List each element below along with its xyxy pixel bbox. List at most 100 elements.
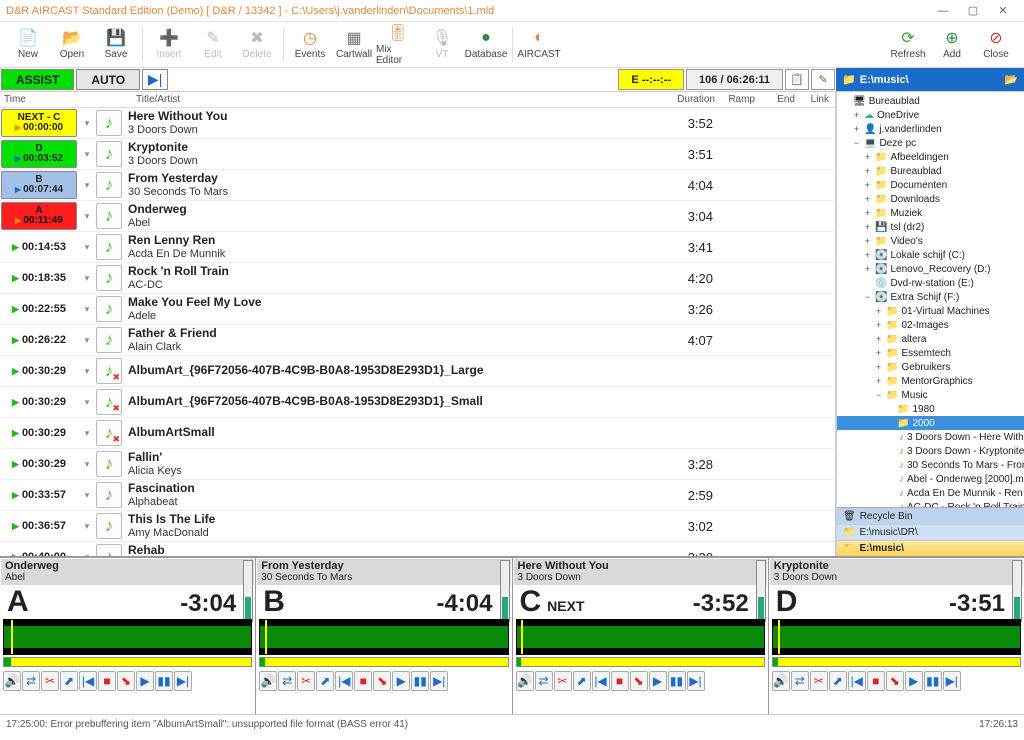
expand-icon[interactable]: ▾ (78, 490, 96, 501)
speaker-icon[interactable]: 🔊 (772, 671, 790, 691)
tree-node[interactable]: 💿Dvd-rw-station (E:) (837, 276, 1024, 290)
expand-toggle[interactable]: + (863, 264, 872, 274)
expand-toggle[interactable]: + (863, 222, 872, 232)
progress-bar[interactable] (3, 657, 252, 667)
aircast-button[interactable]: ◐AIRCAST (517, 24, 561, 66)
play-next-button[interactable]: ▶| (142, 69, 168, 90)
pause-icon[interactable]: ▮▮ (411, 671, 429, 691)
progress-bar[interactable] (772, 657, 1021, 667)
fadeout-icon[interactable]: ⬊ (630, 671, 648, 691)
expand-icon[interactable]: ▾ (78, 118, 96, 129)
tree-node[interactable]: +📁MentorGraphics (837, 374, 1024, 388)
playlist-row[interactable]: ▶00:30:29▾♪Fallin'Alicia Keys3:28 (0, 449, 835, 480)
expand-toggle[interactable]: − (863, 292, 872, 302)
new-button[interactable]: 📄New (6, 24, 50, 66)
fadein-icon[interactable]: ⬈ (573, 671, 591, 691)
expand-icon[interactable]: ▾ (78, 335, 96, 346)
speaker-icon[interactable]: 🔊 (3, 671, 21, 691)
stop-icon[interactable]: ■ (611, 671, 629, 691)
waveform[interactable] (3, 619, 252, 655)
prev-icon[interactable]: |◀ (848, 671, 866, 691)
expand-toggle[interactable]: + (863, 180, 872, 190)
expand-toggle[interactable]: + (874, 334, 883, 344)
play-icon[interactable]: ▶ (392, 671, 410, 691)
playlist-row[interactable]: ▶00:30:29▾♪AlbumArtSmall (0, 418, 835, 449)
expand-icon[interactable]: ▾ (78, 552, 96, 557)
playlist-row[interactable]: A▶00:11:49▾♪OnderwegAbel3:04 (0, 201, 835, 232)
expand-icon[interactable]: ▾ (78, 304, 96, 315)
link-icon[interactable]: ⇄ (791, 671, 809, 691)
tree-node[interactable]: ♪Abel - Onderweg [2000].mp (837, 472, 1024, 486)
expand-toggle[interactable]: + (863, 166, 872, 176)
expand-icon[interactable]: ▾ (78, 149, 96, 160)
file-tree[interactable]: 🖥Bureaublad+☁OneDrive+👤j.vanderlinden−💻D… (837, 92, 1024, 507)
expand-icon[interactable]: ▾ (78, 180, 96, 191)
tree-node[interactable]: ♪Acda En De Munnik - Ren Le (837, 486, 1024, 500)
playlist-row[interactable]: ▶00:33:57▾♪FascinationAlphabeat2:59 (0, 480, 835, 511)
tree-node[interactable]: +📁Muziek (837, 206, 1024, 220)
fadeout-icon[interactable]: ⬊ (886, 671, 904, 691)
vt-button[interactable]: 🎙VT (420, 24, 464, 66)
expand-icon[interactable]: ▾ (78, 242, 96, 253)
cartwall-button[interactable]: ▦Cartwall (332, 24, 376, 66)
tree-node[interactable]: +💽Lokale schijf (C:) (837, 248, 1024, 262)
playlist-row[interactable]: NEXT - C▶00:00:00▾♪Here Without You3 Doo… (0, 108, 835, 139)
mixeditor-button[interactable]: 🎚Mix Editor (376, 24, 420, 66)
fadein-icon[interactable]: ⬈ (60, 671, 78, 691)
next-icon[interactable]: ▶| (174, 671, 192, 691)
tree-node[interactable]: −📁Music (837, 388, 1024, 402)
tree-node[interactable]: +📁Bureaublad (837, 164, 1024, 178)
next-icon[interactable]: ▶| (943, 671, 961, 691)
tree-node[interactable]: +📁02-Images (837, 318, 1024, 332)
database-button[interactable]: ●Database (464, 24, 508, 66)
link-icon[interactable]: ⇄ (22, 671, 40, 691)
expand-toggle[interactable]: + (874, 362, 883, 372)
tree-node[interactable]: ♪30 Seconds To Mars - From (837, 458, 1024, 472)
expand-toggle[interactable]: + (863, 208, 872, 218)
tree-node[interactable]: +📁Downloads (837, 192, 1024, 206)
playlist-row[interactable]: ▶00:26:22▾♪Father & FriendAlain Clark4:0… (0, 325, 835, 356)
play-icon[interactable]: ▶ (905, 671, 923, 691)
progress-bar[interactable] (259, 657, 508, 667)
expand-icon[interactable]: ▾ (78, 521, 96, 532)
play-icon[interactable]: ▶ (649, 671, 667, 691)
close-window-button[interactable]: ✕ (988, 2, 1018, 20)
expand-toggle[interactable]: + (874, 306, 883, 316)
waveform[interactable] (772, 619, 1021, 655)
expand-toggle[interactable]: + (852, 110, 861, 120)
tree-node[interactable]: ♪3 Doors Down - Kryptonite (837, 444, 1024, 458)
expand-icon[interactable]: ▾ (78, 428, 96, 439)
browse-icon[interactable]: 📂 (1004, 73, 1018, 86)
tree-node[interactable]: ♪AC-DC - Rock 'n Roll Train [ (837, 500, 1024, 507)
next-icon[interactable]: ▶| (687, 671, 705, 691)
pause-icon[interactable]: ▮▮ (668, 671, 686, 691)
expand-toggle[interactable]: + (874, 376, 883, 386)
tree-node[interactable]: 📁2000 (837, 416, 1024, 430)
playlist-row[interactable]: D▶00:03:52▾♪Kryptonite3 Doors Down3:51 (0, 139, 835, 170)
tree-node[interactable]: +📁Gebruikers (837, 360, 1024, 374)
expand-toggle[interactable]: + (874, 348, 883, 358)
playlist-row[interactable]: B▶00:07:44▾♪From Yesterday30 Seconds To … (0, 170, 835, 201)
cut-icon[interactable]: ✂ (297, 671, 315, 691)
stop-icon[interactable]: ■ (867, 671, 885, 691)
progress-bar[interactable] (516, 657, 765, 667)
stop-icon[interactable]: ■ (98, 671, 116, 691)
fadeout-icon[interactable]: ⬊ (117, 671, 135, 691)
tree-node[interactable]: ♪3 Doors Down - Here Witho (837, 430, 1024, 444)
expand-icon[interactable]: ▾ (78, 366, 96, 377)
cut-icon[interactable]: ✂ (41, 671, 59, 691)
waveform[interactable] (516, 619, 765, 655)
play-icon[interactable]: ▶ (136, 671, 154, 691)
playlist-row[interactable]: ▶00:14:53▾♪Ren Lenny RenAcda En De Munni… (0, 232, 835, 263)
expand-icon[interactable]: ▾ (78, 273, 96, 284)
tree-node[interactable]: +💾tsl (dr2) (837, 220, 1024, 234)
tree-node[interactable]: +📁01-Virtual Machines (837, 304, 1024, 318)
tree-node[interactable]: 📁1980 (837, 402, 1024, 416)
edit-pencil-button[interactable]: ✎ (811, 69, 835, 90)
speaker-icon[interactable]: 🔊 (516, 671, 534, 691)
prev-icon[interactable]: |◀ (335, 671, 353, 691)
assist-mode-button[interactable]: ASSIST (1, 69, 74, 90)
expand-icon[interactable]: ▾ (78, 397, 96, 408)
tree-node[interactable]: −💽Extra Schijf (F:) (837, 290, 1024, 304)
fadein-icon[interactable]: ⬈ (316, 671, 334, 691)
